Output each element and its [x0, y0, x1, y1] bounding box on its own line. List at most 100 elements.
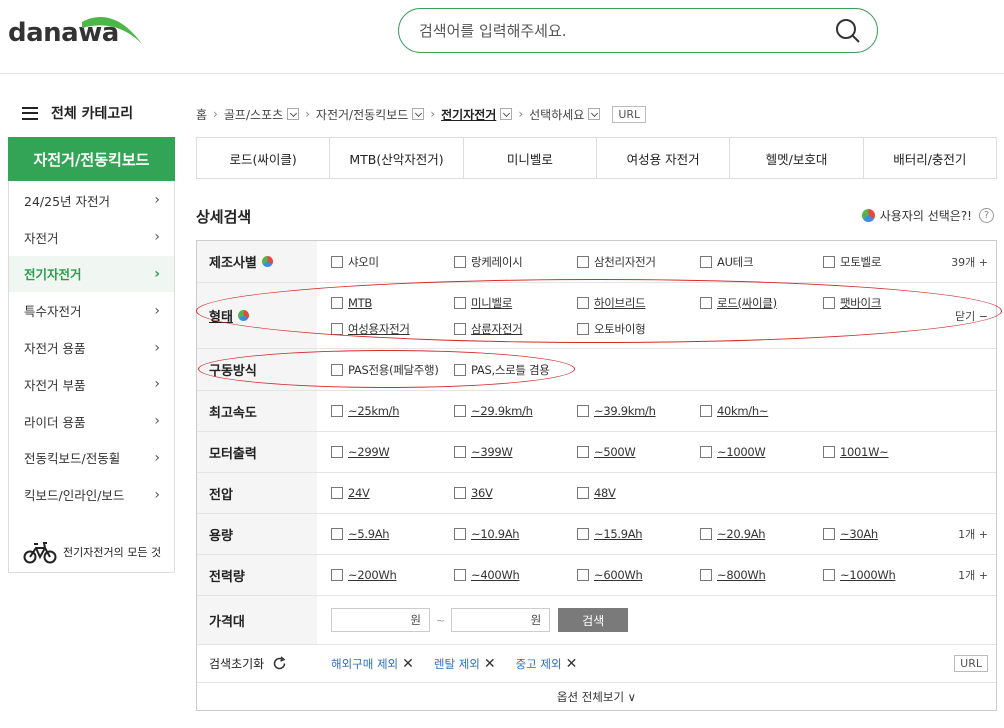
price-min-input[interactable]: 원: [331, 608, 430, 632]
checkbox[interactable]: [823, 255, 835, 268]
close-icon[interactable]: ✕: [484, 656, 496, 672]
checkbox[interactable]: [700, 296, 712, 309]
checkbox[interactable]: [577, 446, 589, 458]
filter-option[interactable]: ~1000W: [700, 439, 823, 465]
filter-option[interactable]: 1001W~: [823, 439, 946, 465]
sidebar-item-e-kickboard[interactable]: 전동킥보드/전동휠 ›: [9, 440, 174, 477]
filter-option[interactable]: ~400Wh: [454, 562, 577, 588]
checkbox[interactable]: [823, 569, 835, 581]
sidebar-item-accessories[interactable]: 자전거 용품 ›: [9, 329, 174, 366]
price-max-input[interactable]: 원: [451, 608, 551, 632]
sidebar-item-2425-bicycle[interactable]: 24/25년 자전거 ›: [9, 182, 174, 219]
checkbox[interactable]: [823, 528, 835, 540]
breadcrumb-golf-sports[interactable]: 골프/스포츠: [224, 106, 283, 123]
checkbox[interactable]: [454, 405, 466, 417]
more-options-button[interactable]: 39개 +: [951, 241, 988, 282]
filter-option[interactable]: AU테크: [700, 249, 823, 275]
filter-option[interactable]: ~299W: [331, 439, 454, 465]
filter-option[interactable]: 36V: [454, 480, 577, 506]
tab-road[interactable]: 로드(싸이클): [197, 138, 331, 178]
checkbox[interactable]: [577, 405, 589, 417]
checkbox[interactable]: [331, 446, 343, 458]
search-icon[interactable]: [835, 18, 861, 44]
checkbox[interactable]: [577, 322, 589, 335]
filter-option[interactable]: 48V: [577, 480, 700, 506]
filter-option[interactable]: ~200Wh: [331, 562, 454, 588]
filter-option[interactable]: ~25km/h: [331, 398, 454, 424]
close-options-button[interactable]: 닫기 −: [955, 283, 988, 348]
reset-search-button[interactable]: 검색초기화: [197, 655, 317, 672]
filter-option[interactable]: 랑케레이시: [454, 249, 577, 275]
filter-option[interactable]: ~800Wh: [700, 562, 823, 588]
filter-option[interactable]: PAS,스로틀 겸용: [454, 357, 577, 383]
filter-option[interactable]: 24V: [331, 480, 454, 506]
breadcrumb-home[interactable]: 홈: [196, 106, 207, 123]
tab-minivelo[interactable]: 미니벨로: [464, 138, 597, 178]
breadcrumb-bicycle-kickboard[interactable]: 자전거/전동킥보드: [316, 106, 408, 123]
filter-option[interactable]: 오토바이형: [577, 316, 700, 342]
sidebar-item-bicycle[interactable]: 자전거 ›: [9, 219, 174, 256]
more-options-button[interactable]: 1개 +: [958, 555, 988, 595]
filter-option[interactable]: ~30Ah: [823, 521, 946, 547]
help-icon[interactable]: ?: [979, 208, 994, 223]
exclude-rental[interactable]: 렌탈 제외 ✕: [434, 656, 496, 672]
checkbox[interactable]: [331, 322, 343, 335]
exclude-used[interactable]: 중고 제외 ✕: [516, 656, 578, 672]
checkbox[interactable]: [700, 255, 712, 268]
breadcrumb-select[interactable]: 선택하세요: [529, 106, 584, 123]
checkbox[interactable]: [454, 363, 466, 376]
checkbox[interactable]: [331, 487, 343, 499]
checkbox[interactable]: [454, 255, 466, 268]
filter-option[interactable]: ~399W: [454, 439, 577, 465]
exclude-overseas[interactable]: 해외구매 제외 ✕: [331, 656, 414, 672]
filter-option[interactable]: 삼륜자전거: [454, 316, 577, 342]
tab-battery[interactable]: 배터리/충전기: [864, 138, 996, 178]
user-choice-link[interactable]: 사용자의 선택은?! ?: [861, 207, 994, 224]
filter-option[interactable]: MTB: [331, 290, 454, 316]
checkbox[interactable]: [823, 446, 835, 458]
checkbox[interactable]: [454, 487, 466, 499]
checkbox[interactable]: [700, 569, 712, 581]
tab-womens[interactable]: 여성용 자전거: [597, 138, 731, 178]
dropdown-icon[interactable]: [287, 108, 300, 120]
price-search-button[interactable]: 검색: [558, 608, 629, 632]
checkbox[interactable]: [331, 255, 343, 268]
pie-chart-icon[interactable]: [237, 310, 249, 321]
danawa-logo[interactable]: danawa: [8, 14, 142, 50]
checkbox[interactable]: [454, 528, 466, 540]
filter-option[interactable]: ~600Wh: [577, 562, 700, 588]
checkbox[interactable]: [454, 446, 466, 458]
filter-option[interactable]: 40km/h~: [700, 398, 823, 424]
filter-option[interactable]: 모토벨로: [823, 249, 946, 275]
filter-option[interactable]: ~10.9Ah: [454, 521, 577, 547]
checkbox[interactable]: [331, 528, 343, 540]
filter-option[interactable]: ~500W: [577, 439, 700, 465]
tab-mtb[interactable]: MTB(산악자전거): [330, 138, 464, 178]
see-all-options-button[interactable]: 옵션 전체보기 ∨: [197, 683, 996, 710]
filter-option[interactable]: 로드(싸이클): [700, 290, 823, 316]
filter-option[interactable]: ~5.9Ah: [331, 521, 454, 547]
checkbox[interactable]: [577, 296, 589, 309]
checkbox[interactable]: [823, 296, 835, 309]
dropdown-icon[interactable]: [500, 108, 513, 120]
sidebar-item-rider-gear[interactable]: 라이더 용품 ›: [9, 403, 174, 440]
checkbox[interactable]: [577, 528, 589, 540]
checkbox[interactable]: [454, 322, 466, 335]
checkbox[interactable]: [331, 569, 343, 581]
filter-option[interactable]: 샤오미: [331, 249, 454, 275]
checkbox[interactable]: [700, 528, 712, 540]
filter-option[interactable]: PAS전용(페달주행): [331, 357, 454, 383]
sidebar-item-kickboard[interactable]: 킥보드/인라인/보드 ›: [9, 476, 174, 513]
checkbox[interactable]: [577, 255, 589, 268]
search-input[interactable]: [419, 17, 819, 45]
tab-helmet[interactable]: 헬멧/보호대: [730, 138, 864, 178]
sidebar-title[interactable]: 자전거/전동킥보드: [8, 137, 175, 181]
checkbox[interactable]: [577, 487, 589, 499]
close-icon[interactable]: ✕: [566, 656, 578, 672]
dropdown-icon[interactable]: [588, 108, 601, 120]
url-copy-button[interactable]: URL: [612, 105, 647, 123]
checkbox[interactable]: [700, 446, 712, 458]
checkbox[interactable]: [331, 363, 343, 376]
checkbox[interactable]: [700, 405, 712, 417]
filter-option[interactable]: ~20.9Ah: [700, 521, 823, 547]
